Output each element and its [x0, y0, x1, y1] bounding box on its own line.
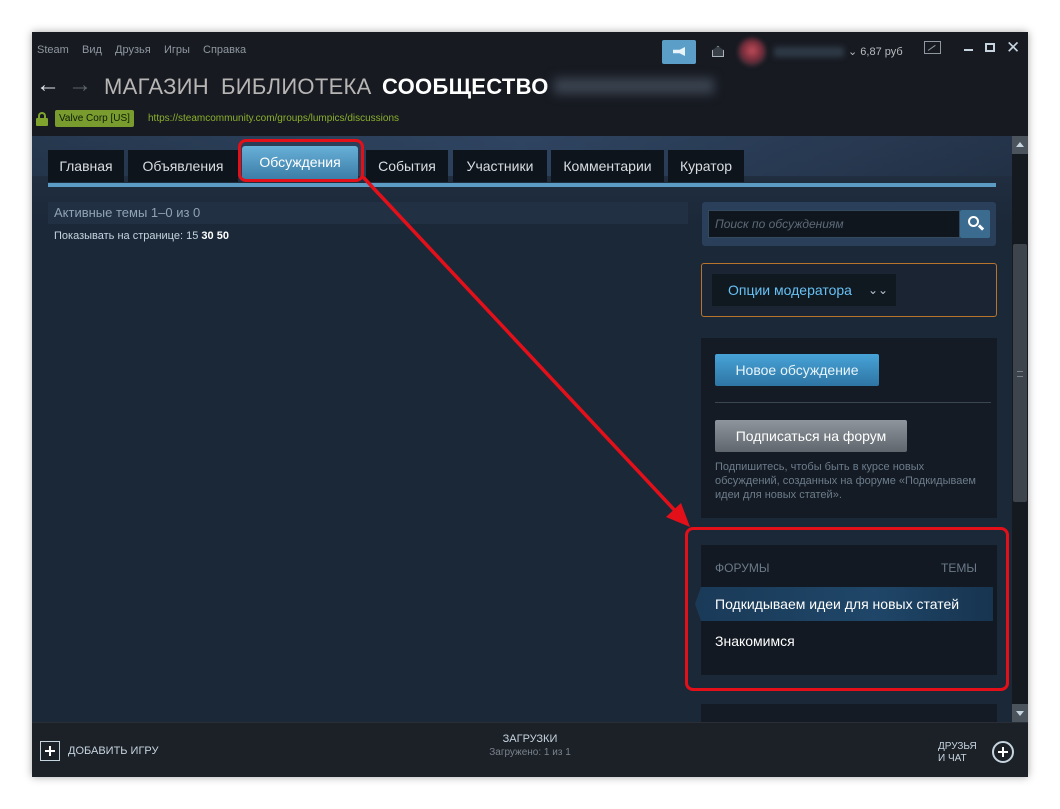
- plus-circle-icon: [992, 741, 1014, 763]
- wallet-balance: ⌄ 6,87 руб: [848, 46, 903, 58]
- friends-chat-label: ДРУЗЬЯ И ЧАТ: [938, 741, 977, 764]
- tab-curator[interactable]: Куратор: [668, 150, 744, 182]
- subscribe-forum-button[interactable]: Подписаться на форум: [715, 420, 907, 452]
- divider: [715, 402, 991, 403]
- scroll-down-button[interactable]: [1012, 704, 1028, 722]
- forum-item-ideas[interactable]: Подкидываем идеи для новых статей: [695, 587, 993, 621]
- big-picture-button[interactable]: [924, 41, 941, 54]
- megaphone-icon: [673, 47, 685, 56]
- scroll-thumb[interactable]: [1013, 244, 1027, 502]
- forum-item-introductions[interactable]: Знакомимся: [715, 633, 795, 649]
- back-arrow-icon[interactable]: ←: [36, 70, 60, 100]
- envelope-icon: [712, 46, 724, 57]
- per-page-30[interactable]: 30: [201, 230, 213, 242]
- bottom-bar: ДОБАВИТЬ ИГРУ ЗАГРУЗКИ Загружено: 1 из 1…: [32, 722, 1028, 777]
- per-page-label[interactable]: Показывать на странице: 15: [54, 230, 198, 242]
- discussion-search: [702, 202, 996, 246]
- per-page-50[interactable]: 50: [217, 230, 229, 242]
- tab-comments[interactable]: Комментарии: [551, 150, 664, 182]
- tab-home[interactable]: Главная: [48, 150, 124, 182]
- plus-square-icon: [40, 741, 60, 761]
- sidebar-panel-below: [701, 704, 997, 722]
- friends-chat-button[interactable]: ДРУЗЬЯ И ЧАТ: [938, 739, 1022, 769]
- steam-window: Steam Вид Друзья Игры Справка ⌄ 6,87 руб…: [32, 32, 1028, 777]
- new-discussion-button[interactable]: Новое обсуждение: [715, 354, 879, 386]
- menu-games[interactable]: Игры: [164, 44, 190, 56]
- notifications-button[interactable]: [704, 40, 732, 64]
- account-name-blurred: [774, 47, 844, 57]
- forums-column-label: ФОРУМЫ: [715, 561, 770, 575]
- scrollbar[interactable]: [1012, 136, 1028, 722]
- tab-members[interactable]: Участники: [453, 150, 547, 182]
- menu-steam[interactable]: Steam: [37, 44, 69, 56]
- main-nav: ← → МАГАЗИН БИБЛИОТЕКА СООБЩЕСТВО: [32, 70, 1028, 104]
- downloads-status[interactable]: ЗАГРУЗКИ Загружено: 1 из 1: [452, 733, 608, 758]
- downloads-progress-text: Загружено: 1 из 1: [489, 747, 571, 758]
- tab-events[interactable]: События: [366, 150, 448, 182]
- group-tabs: Главная Объявления Обсуждения События Уч…: [48, 146, 996, 186]
- nav-community[interactable]: СООБЩЕСТВО: [382, 74, 549, 100]
- tab-announcements[interactable]: Объявления: [128, 150, 238, 182]
- nav-library[interactable]: БИБЛИОТЕКА: [221, 74, 372, 100]
- certificate-badge[interactable]: Valve Corp [US]: [55, 110, 134, 127]
- menu-help[interactable]: Справка: [203, 44, 246, 56]
- discussion-actions-panel: Новое обсуждение Подписаться на форум По…: [701, 338, 997, 518]
- per-page-selector: Показывать на странице: 15 30 50: [54, 230, 229, 242]
- lock-icon: [36, 112, 48, 126]
- forums-header: ФОРУМЫ ТЕМЫ: [715, 561, 977, 575]
- account-menu[interactable]: ⌄ 6,87 руб: [736, 38, 908, 66]
- nav-profile-blurred[interactable]: [554, 78, 714, 94]
- announcements-button[interactable]: [662, 40, 696, 64]
- menu-view[interactable]: Вид: [82, 44, 102, 56]
- menu-friends[interactable]: Друзья: [115, 44, 151, 56]
- community-content: Главная Объявления Обсуждения События Уч…: [32, 136, 1012, 722]
- search-button[interactable]: [960, 210, 990, 238]
- forums-panel: ФОРУМЫ ТЕМЫ Подкидываем идеи для новых с…: [695, 545, 997, 675]
- avatar: [738, 38, 766, 66]
- topics-column-label: ТЕМЫ: [941, 561, 977, 575]
- url-text[interactable]: https://steamcommunity.com/groups/lumpic…: [148, 113, 399, 124]
- downloads-title: ЗАГРУЗКИ: [502, 733, 558, 745]
- url-bar: Valve Corp [US] https://steamcommunity.c…: [32, 108, 1028, 132]
- tabs-underline: [48, 183, 996, 187]
- nav-store[interactable]: МАГАЗИН: [104, 74, 209, 100]
- minimize-button[interactable]: [964, 49, 973, 51]
- scroll-up-button[interactable]: [1012, 136, 1028, 154]
- moderator-options-button[interactable]: Опции модератора ⌄⌄: [712, 274, 896, 306]
- search-input[interactable]: [708, 210, 960, 238]
- forward-arrow-icon[interactable]: →: [68, 70, 92, 100]
- active-topics-count: Активные темы 1–0 из 0: [48, 202, 688, 224]
- chevron-down-icon: ⌄: [848, 46, 861, 58]
- menu-bar: Steam Вид Друзья Игры Справка ⌄ 6,87 руб…: [32, 32, 1028, 70]
- close-button[interactable]: ✕: [1006, 38, 1020, 58]
- tab-discussions[interactable]: Обсуждения: [242, 146, 358, 180]
- maximize-button[interactable]: [985, 43, 995, 52]
- subscribe-description: Подпишитесь, чтобы быть в курсе новых об…: [715, 461, 976, 501]
- moderator-options-box: Опции модератора ⌄⌄: [701, 263, 997, 317]
- double-chevron-down-icon: ⌄⌄: [868, 283, 889, 297]
